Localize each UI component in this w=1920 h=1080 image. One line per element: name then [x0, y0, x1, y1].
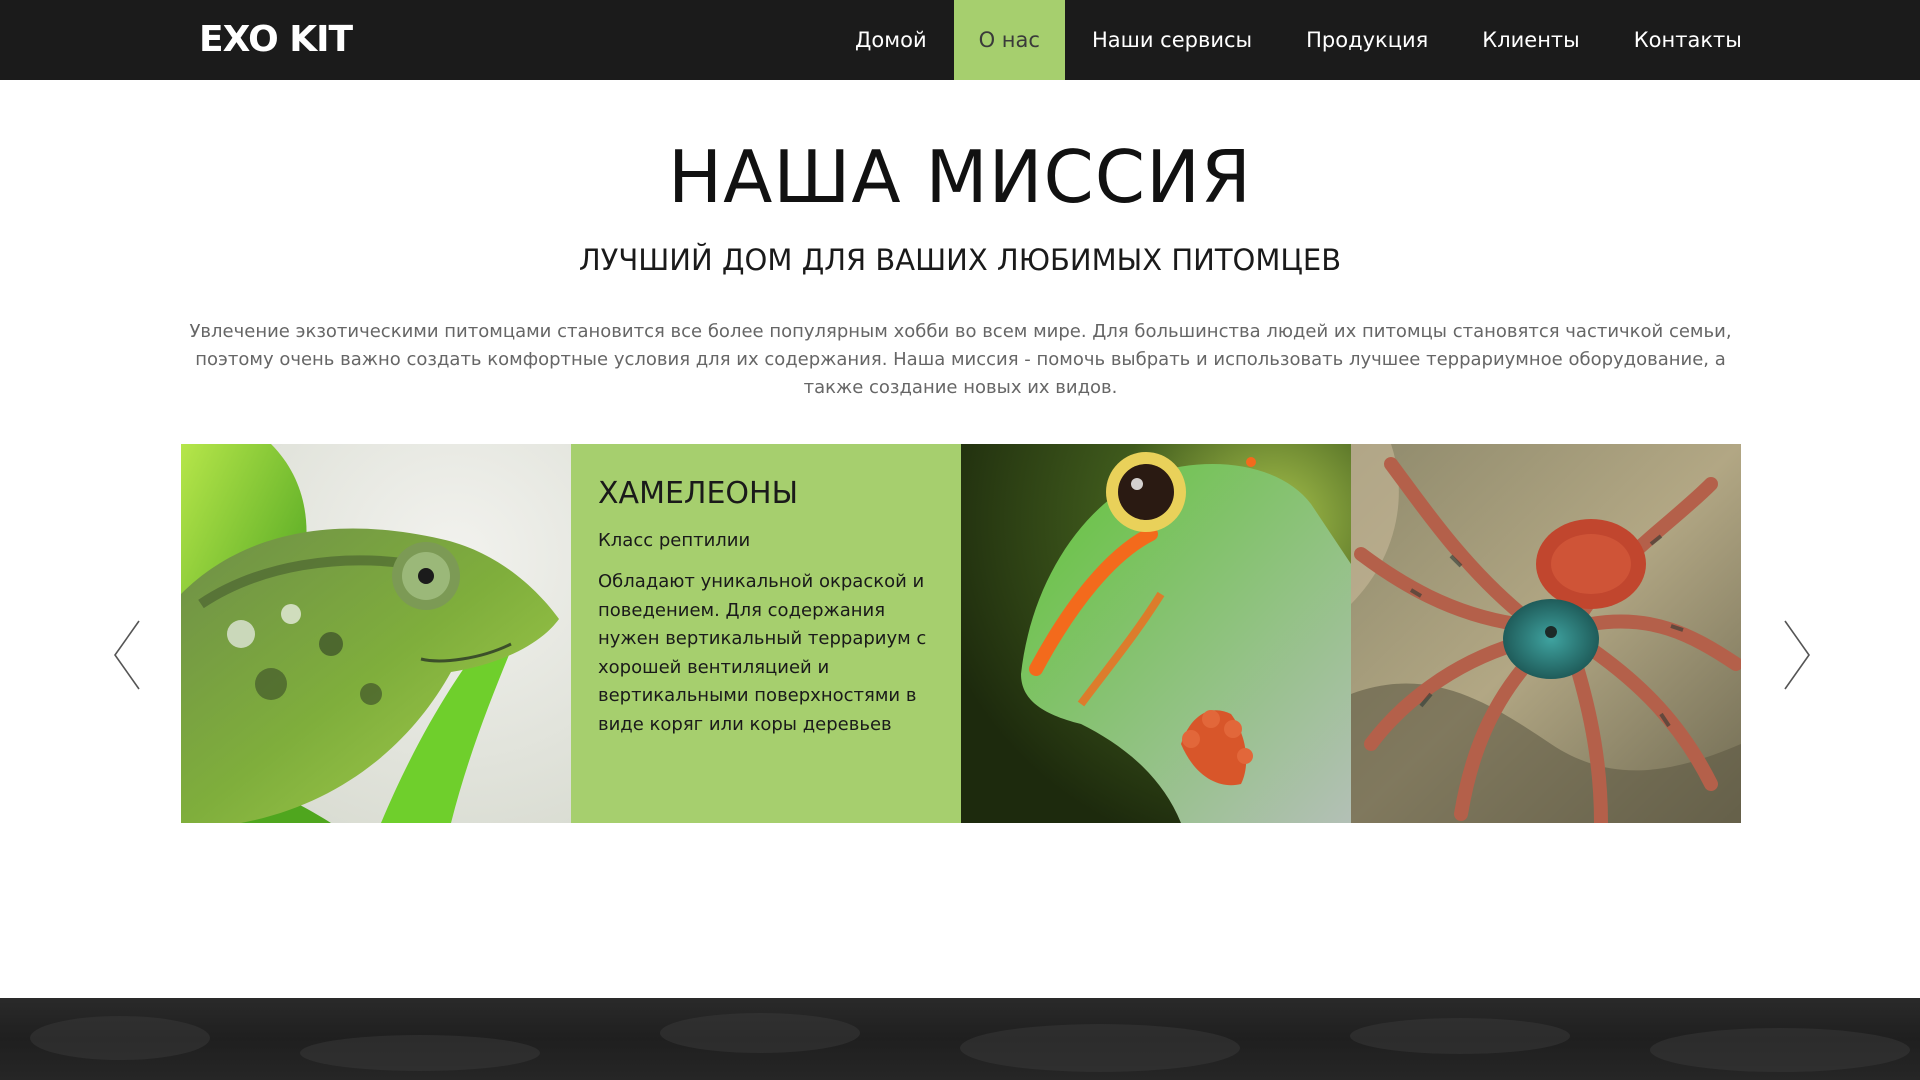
card-description: Обладают уникальной окраской и поведение…: [598, 571, 927, 735]
card-title: ХАМЕЛЕОНЫ: [598, 476, 799, 511]
logo[interactable]: EXO KIT: [199, 20, 353, 60]
slide-info-card: ХАМЕЛЕОНЫ Класс рептилии Обладают уникал…: [571, 444, 961, 823]
nav-item-contacts[interactable]: Контакты: [1607, 0, 1769, 80]
mission-subtitle: ЛУЧШИЙ ДОМ ДЛЯ ВАШИХ ЛЮБИМЫХ ПИТОМЦЕВ: [578, 243, 1342, 277]
chevron-left-icon: [114, 620, 140, 690]
slider-next-button[interactable]: [1775, 618, 1815, 692]
nav-item-about[interactable]: О нас: [953, 0, 1065, 80]
nav-item-services[interactable]: Наши сервисы: [1065, 0, 1279, 80]
nav-item-home[interactable]: Домой: [828, 0, 954, 80]
card-class: Класс рептилии: [598, 530, 751, 551]
main-nav: Домой О нас Наши сервисы Продукция Клиен…: [828, 0, 1769, 80]
top-navbar: EXO KIT Домой О нас Наши сервисы Продукц…: [0, 0, 1920, 80]
slider-prev-button[interactable]: [109, 618, 149, 692]
nav-item-clients[interactable]: Клиенты: [1455, 0, 1606, 80]
footer-background: [0, 998, 1920, 1080]
mission-title: НАША МИССИЯ: [668, 135, 1252, 219]
tarantula-image[interactable]: [1351, 444, 1741, 823]
mission-text: Увлечение экзотическими питомцами станов…: [189, 321, 1732, 398]
gecko-image[interactable]: [961, 444, 1351, 823]
chameleon-image[interactable]: [181, 444, 571, 823]
chevron-right-icon: [1784, 620, 1810, 690]
nav-item-products[interactable]: Продукция: [1279, 0, 1455, 80]
pets-slider: ХАМЕЛЕОНЫ Класс рептилии Обладают уникал…: [181, 444, 1742, 823]
